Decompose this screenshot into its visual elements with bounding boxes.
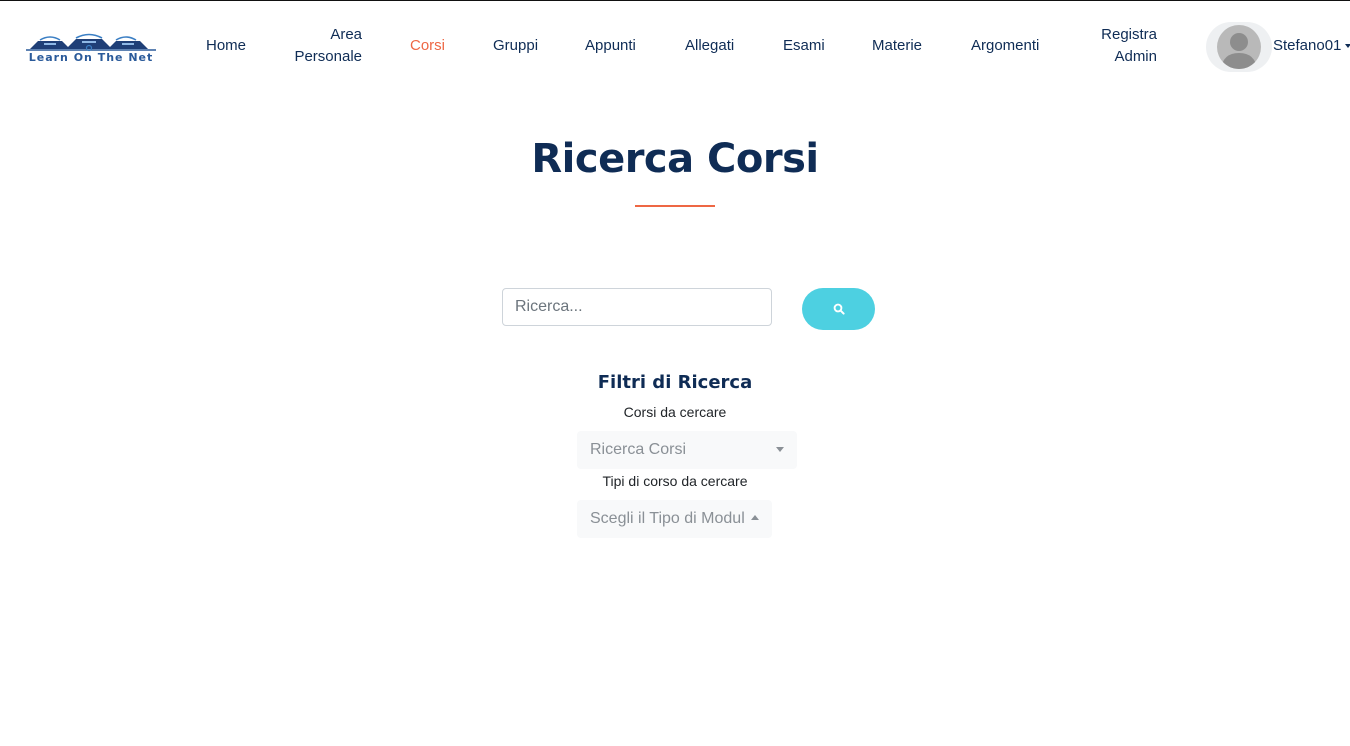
nav-allegati[interactable]: Allegati bbox=[685, 35, 734, 57]
nav-registra-admin[interactable]: Registra Admin bbox=[1090, 24, 1157, 68]
user-avatar[interactable] bbox=[1206, 22, 1272, 72]
nav-materie[interactable]: Materie bbox=[872, 35, 922, 57]
caret-up-icon bbox=[751, 515, 759, 520]
search-input[interactable] bbox=[502, 288, 772, 326]
course-types-filter-label: Tipi di corso da cercare bbox=[602, 473, 748, 489]
nav-area-personale[interactable]: Area Personale bbox=[290, 24, 362, 68]
nav-registra-admin-line2: Admin bbox=[1114, 48, 1157, 65]
filters-title: Filtri di Ricerca bbox=[597, 372, 753, 393]
nav-area-personale-line2: Personale bbox=[294, 48, 362, 65]
courses-select-value: Ricerca Corsi bbox=[590, 441, 687, 458]
nav-gruppi[interactable]: Gruppi bbox=[493, 35, 538, 57]
course-types-select-value: Scegli il Tipo di Modul bbox=[590, 510, 745, 527]
chevron-down-icon bbox=[1345, 44, 1350, 49]
logo-graphic-icon bbox=[26, 33, 156, 52]
nav-argomenti[interactable]: Argomenti bbox=[971, 35, 1039, 57]
courses-filter-label: Corsi da cercare bbox=[623, 404, 727, 420]
nav-area-personale-line1: Area bbox=[330, 26, 362, 43]
page-title: Ricerca Corsi bbox=[531, 136, 819, 182]
main-navbar: Learn On The Net Home Area Personale Cor… bbox=[0, 1, 1350, 89]
nav-esami[interactable]: Esami bbox=[783, 35, 825, 57]
title-underline bbox=[635, 205, 715, 207]
nav-appunti[interactable]: Appunti bbox=[585, 35, 636, 57]
caret-down-icon bbox=[776, 447, 784, 452]
user-menu-toggle[interactable]: Stefano01 bbox=[1273, 35, 1350, 57]
nav-home[interactable]: Home bbox=[206, 35, 246, 57]
nav-corsi[interactable]: Corsi bbox=[410, 35, 445, 57]
search-button[interactable] bbox=[802, 288, 875, 330]
nav-registra-admin-line1: Registra bbox=[1101, 26, 1157, 43]
course-types-select[interactable]: Scegli il Tipo di Modul bbox=[577, 500, 772, 538]
user-silhouette-icon bbox=[1217, 25, 1261, 69]
search-icon bbox=[833, 303, 845, 315]
logo-text: Learn On The Net bbox=[28, 51, 154, 64]
site-logo[interactable]: Learn On The Net bbox=[20, 31, 162, 64]
user-name: Stefano01 bbox=[1273, 37, 1342, 54]
courses-select[interactable]: Ricerca Corsi bbox=[577, 431, 797, 469]
